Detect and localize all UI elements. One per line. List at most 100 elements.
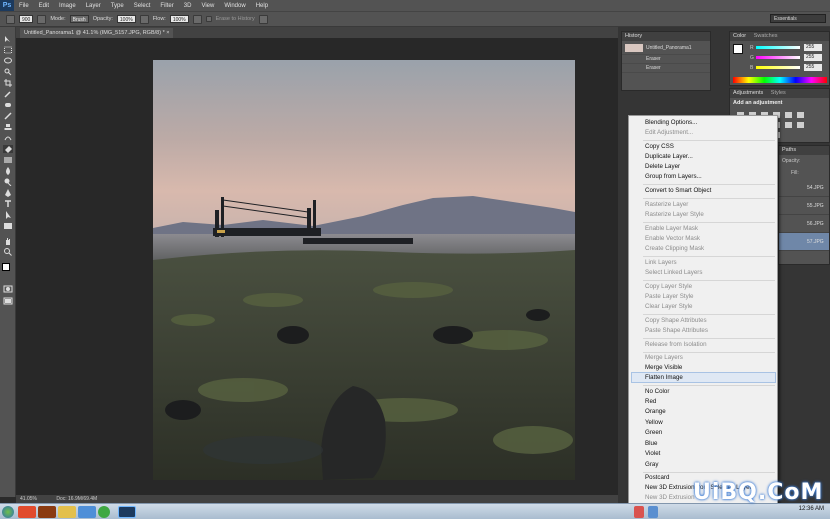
- menu-item-yellow[interactable]: Yellow: [645, 418, 663, 428]
- blue-slider[interactable]: [756, 66, 800, 69]
- menu-item-copy-css[interactable]: Copy CSS: [645, 142, 674, 152]
- opacity-field[interactable]: 100%: [116, 15, 136, 23]
- dodge-tool-icon[interactable]: [3, 178, 13, 187]
- menu-item-copy-layer-style[interactable]: Copy Layer Style: [645, 282, 692, 292]
- taskbar-app-icon[interactable]: [18, 506, 36, 518]
- layer-row[interactable]: 55.JPG: [779, 197, 829, 215]
- menu-type[interactable]: Type: [106, 3, 129, 9]
- color-spectrum-bar[interactable]: [733, 77, 827, 83]
- tab-color[interactable]: Color: [733, 33, 746, 39]
- menu-item-rasterize-layer[interactable]: Rasterize Layer: [645, 200, 688, 210]
- menu-edit[interactable]: Edit: [34, 3, 54, 9]
- eraser-tool-icon[interactable]: [3, 145, 13, 153]
- airbrush-icon[interactable]: [192, 14, 202, 24]
- history-step[interactable]: Eraser: [622, 55, 710, 64]
- history-snapshot[interactable]: Untitled_Panorama1: [622, 41, 710, 55]
- menu-help[interactable]: Help: [251, 3, 273, 9]
- quick-selection-tool-icon[interactable]: [3, 68, 13, 76]
- document-image[interactable]: [153, 60, 575, 480]
- eyedropper-tool-icon[interactable]: [3, 90, 13, 98]
- mode-select[interactable]: Brush: [69, 15, 89, 23]
- menu-item-duplicate-layer[interactable]: Duplicate Layer...: [645, 152, 693, 162]
- start-button-icon[interactable]: [2, 506, 14, 518]
- tray-icon[interactable]: [648, 506, 658, 518]
- menu-item-paste-layer-style[interactable]: Paste Layer Style: [645, 292, 694, 302]
- menu-3d[interactable]: 3D: [179, 3, 197, 9]
- menu-item-gray[interactable]: Gray: [645, 460, 658, 470]
- tab-swatches[interactable]: Swatches: [754, 33, 778, 39]
- menu-item-violet[interactable]: Violet: [645, 449, 660, 459]
- tab-paths[interactable]: Paths: [779, 146, 829, 155]
- crop-tool-icon[interactable]: [3, 79, 13, 87]
- taskbar-app-icon[interactable]: [78, 506, 96, 518]
- clone-stamp-tool-icon[interactable]: [3, 123, 13, 131]
- menu-item-group-from-layers[interactable]: Group from Layers...: [645, 172, 702, 182]
- menu-item-release-from-isolation[interactable]: Release from Isolation: [645, 340, 707, 350]
- green-value-field[interactable]: 255: [804, 54, 822, 61]
- blur-tool-icon[interactable]: [3, 167, 13, 175]
- taskbar-app-icon[interactable]: [38, 506, 56, 518]
- eraser-tool-preset-icon[interactable]: [6, 14, 15, 24]
- path-selection-tool-icon[interactable]: [3, 211, 13, 219]
- menu-item-postcard[interactable]: Postcard: [645, 473, 669, 483]
- menu-item-paste-shape-attributes[interactable]: Paste Shape Attributes: [645, 326, 708, 336]
- menu-file[interactable]: File: [14, 3, 34, 9]
- pressure-size-icon[interactable]: [258, 14, 268, 24]
- pen-tool-icon[interactable]: [3, 189, 13, 197]
- menu-item-blending-options[interactable]: Blending Options...: [645, 118, 697, 128]
- workspace-select[interactable]: Essentials: [770, 14, 826, 23]
- menu-item-new-3d-extrusion[interactable]: New 3D Extrusion: [645, 493, 695, 503]
- brush-panel-icon[interactable]: [37, 14, 47, 24]
- menu-window[interactable]: Window: [219, 3, 250, 9]
- green-slider[interactable]: [756, 56, 800, 59]
- tab-styles[interactable]: Styles: [771, 90, 786, 96]
- document-info[interactable]: Doc: 16.9M/69.4M: [56, 496, 97, 502]
- layer-row[interactable]: 56.JPG: [779, 215, 829, 233]
- menu-select[interactable]: Select: [129, 3, 156, 9]
- foreground-color-swatch[interactable]: [2, 263, 10, 271]
- type-tool-icon[interactable]: [3, 200, 13, 208]
- menu-item-link-layers[interactable]: Link Layers: [645, 258, 677, 268]
- menu-item-clear-layer-style[interactable]: Clear Layer Style: [645, 302, 692, 312]
- menu-item-green[interactable]: Green: [645, 428, 662, 438]
- gradient-tool-icon[interactable]: [3, 156, 13, 164]
- brush-size-field[interactable]: 900: [19, 15, 34, 23]
- menu-item-merge-visible[interactable]: Merge Visible: [645, 363, 682, 373]
- menu-item-edit-adjustment[interactable]: Edit Adjustment...: [645, 128, 693, 138]
- erase-history-checkbox[interactable]: [205, 16, 212, 22]
- zoom-level[interactable]: 41.05%: [20, 496, 37, 502]
- menu-item-enable-layer-mask[interactable]: Enable Layer Mask: [645, 224, 698, 234]
- menu-item-flatten-image[interactable]: Flatten Image: [645, 373, 683, 383]
- lasso-tool-icon[interactable]: [3, 57, 13, 65]
- menu-item-merge-layers[interactable]: Merge Layers: [645, 353, 683, 363]
- menu-item-delete-layer[interactable]: Delete Layer: [645, 162, 680, 172]
- screen-mode-icon[interactable]: [3, 297, 13, 305]
- layer-row[interactable]: 54.JPG: [779, 179, 829, 197]
- history-brush-tool-icon[interactable]: [3, 134, 13, 142]
- system-clock[interactable]: 12:36 AM: [799, 506, 824, 512]
- rectangle-tool-icon[interactable]: [3, 222, 13, 230]
- menu-item-no-color[interactable]: No Color: [645, 387, 669, 397]
- menu-filter[interactable]: Filter: [155, 3, 178, 9]
- hand-tool-icon[interactable]: [3, 237, 13, 245]
- red-slider[interactable]: [756, 46, 800, 49]
- menu-item-blue[interactable]: Blue: [645, 439, 657, 449]
- flow-field[interactable]: 100%: [169, 15, 189, 23]
- menu-item-red[interactable]: Red: [645, 397, 656, 407]
- tray-icon[interactable]: [634, 506, 644, 518]
- photoshop-logo-icon[interactable]: Ps: [0, 0, 14, 11]
- close-icon[interactable]: ×: [166, 30, 169, 36]
- taskbar-photoshop-icon[interactable]: [118, 506, 136, 518]
- menu-item-convert-smart-object[interactable]: Convert to Smart Object: [645, 186, 711, 196]
- pressure-opacity-icon[interactable]: [139, 14, 149, 24]
- menu-layer[interactable]: Layer: [81, 3, 106, 9]
- healing-brush-tool-icon[interactable]: [3, 101, 13, 109]
- blue-value-field[interactable]: 255: [804, 64, 822, 71]
- document-tab[interactable]: Untitled_Panorama1 @ 41.1% (IMG_5157.JPG…: [20, 28, 174, 38]
- foreground-color-swatch[interactable]: [733, 44, 743, 54]
- taskbar-app-icon[interactable]: [98, 506, 110, 518]
- menu-item-copy-shape-attributes[interactable]: Copy Shape Attributes: [645, 316, 707, 326]
- move-tool-icon[interactable]: [3, 35, 13, 43]
- zoom-tool-icon[interactable]: [3, 248, 13, 256]
- menu-image[interactable]: Image: [54, 3, 81, 9]
